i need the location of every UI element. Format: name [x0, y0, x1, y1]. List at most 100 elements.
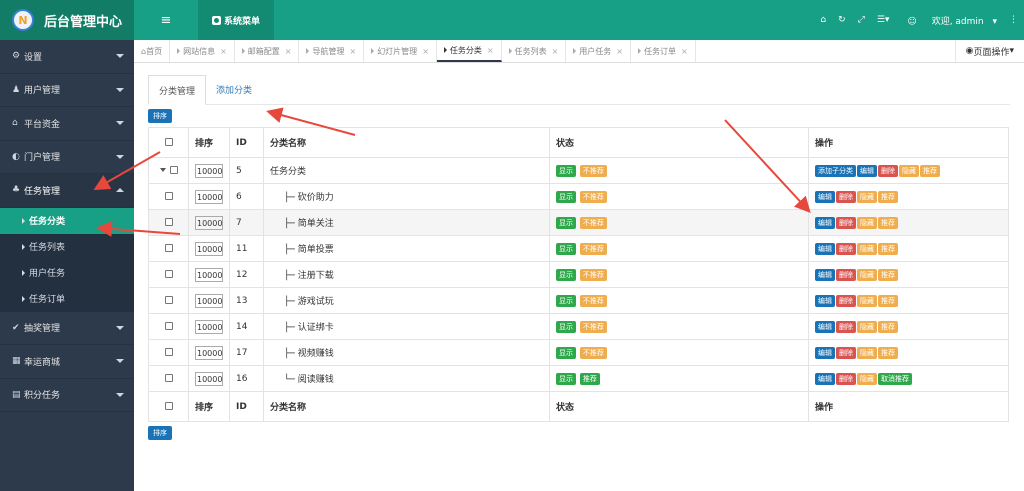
- refresh-icon[interactable]: ↻: [838, 15, 846, 25]
- action-button[interactable]: 删除: [836, 268, 856, 281]
- action-button[interactable]: 删除: [836, 242, 856, 255]
- recommend-badge[interactable]: 不推荐: [579, 164, 607, 177]
- close-icon[interactable]: ×: [220, 47, 227, 56]
- sidebar-subitem-task-list[interactable]: 任务列表: [0, 234, 134, 260]
- sidebar-item-mall[interactable]: ▦ 幸运商城: [0, 345, 134, 379]
- action-button[interactable]: 推荐: [878, 268, 898, 281]
- action-button[interactable]: 删除: [836, 346, 856, 359]
- row-checkbox[interactable]: [164, 322, 173, 330]
- close-icon[interactable]: ×: [552, 47, 559, 56]
- user-menu[interactable]: ☺ 欢迎, admin ▾: [901, 14, 997, 27]
- action-button[interactable]: 隐藏: [857, 372, 877, 385]
- recommend-badge[interactable]: 推荐: [579, 372, 600, 385]
- action-button[interactable]: 隐藏: [857, 346, 877, 359]
- status-badge[interactable]: 显示: [556, 294, 576, 307]
- status-badge[interactable]: 显示: [556, 242, 576, 255]
- status-badge[interactable]: 显示: [556, 164, 576, 177]
- close-icon[interactable]: ×: [422, 47, 429, 56]
- order-input[interactable]: 10000: [195, 189, 223, 204]
- action-button[interactable]: 隐藏: [857, 242, 877, 255]
- tab-task-list[interactable]: 任务列表 ×: [502, 40, 567, 62]
- status-badge[interactable]: 显示: [556, 320, 576, 333]
- order-input[interactable]: 10000: [195, 241, 223, 256]
- close-icon[interactable]: ×: [349, 47, 356, 56]
- action-button[interactable]: 删除: [836, 190, 856, 203]
- system-menu-button[interactable]: 系统菜单: [198, 0, 274, 40]
- action-button[interactable]: 删除: [878, 164, 898, 177]
- tab-nav[interactable]: 导航管理 ×: [299, 40, 365, 62]
- recommend-badge[interactable]: 不推荐: [579, 294, 607, 307]
- action-button[interactable]: 删除: [836, 372, 856, 385]
- action-button[interactable]: 编辑: [815, 372, 835, 385]
- more-icon[interactable]: ⋮: [1009, 15, 1018, 25]
- recommend-badge[interactable]: 不推荐: [579, 346, 607, 359]
- sidebar-item-points[interactable]: ▤ 积分任务: [0, 379, 134, 412]
- collapse-icon[interactable]: [159, 168, 166, 172]
- tab-site-info[interactable]: 网站信息 ×: [170, 40, 235, 62]
- close-icon[interactable]: ×: [681, 47, 688, 56]
- tab-mail-config[interactable]: 邮箱配置 ×: [235, 40, 300, 62]
- select-all-checkbox[interactable]: [164, 138, 173, 146]
- action-button[interactable]: 编辑: [815, 190, 835, 203]
- action-button[interactable]: 编辑: [815, 346, 835, 359]
- row-checkbox[interactable]: [164, 374, 173, 382]
- action-button[interactable]: 删除: [836, 216, 856, 229]
- tab-task-orders[interactable]: 任务订单 ×: [631, 40, 696, 62]
- page-operations-dropdown[interactable]: ◉ 页面操作 ▾: [954, 40, 1024, 62]
- recommend-badge[interactable]: 不推荐: [579, 216, 607, 229]
- action-button[interactable]: 隐藏: [857, 294, 877, 307]
- action-button[interactable]: 编辑: [815, 294, 835, 307]
- action-button[interactable]: 推荐: [878, 242, 898, 255]
- sidebar-item-funds[interactable]: ⌂ 平台资金: [0, 107, 134, 141]
- sidebar-item-users[interactable]: ♟ 用户管理: [0, 74, 134, 107]
- subtab-category-manage[interactable]: 分类管理: [148, 75, 207, 105]
- status-badge[interactable]: 显示: [556, 216, 576, 229]
- action-button[interactable]: 隐藏: [857, 268, 877, 281]
- sidebar-item-settings[interactable]: ⚙ 设置: [0, 40, 134, 74]
- action-button[interactable]: 推荐: [878, 190, 898, 203]
- action-button[interactable]: 推荐: [878, 216, 898, 229]
- action-button[interactable]: 隐藏: [899, 164, 919, 177]
- select-all-checkbox[interactable]: [164, 402, 173, 410]
- tab-task-category[interactable]: 任务分类 ×: [436, 40, 502, 62]
- action-button[interactable]: 编辑: [815, 320, 835, 333]
- close-icon[interactable]: ×: [487, 46, 494, 55]
- action-button[interactable]: 删除: [836, 320, 856, 333]
- recommend-badge[interactable]: 不推荐: [579, 320, 607, 333]
- order-input[interactable]: 10000: [195, 371, 223, 386]
- order-input[interactable]: 10000: [195, 345, 223, 360]
- action-button[interactable]: 推荐: [920, 164, 940, 177]
- sidebar-item-portal[interactable]: ◐ 门户管理: [0, 141, 134, 174]
- fullscreen-icon[interactable]: ⤢: [858, 15, 865, 25]
- action-button[interactable]: 添加子分类: [815, 164, 856, 177]
- row-checkbox[interactable]: [164, 296, 173, 304]
- tab-home[interactable]: ⌂ 首页: [134, 40, 171, 62]
- status-badge[interactable]: 显示: [556, 190, 576, 203]
- sidebar-subitem-task-category[interactable]: 任务分类: [0, 207, 134, 234]
- sidebar-subitem-user-tasks[interactable]: 用户任务: [0, 260, 134, 286]
- recommend-badge[interactable]: 不推荐: [579, 242, 607, 255]
- order-input[interactable]: 10000: [195, 163, 223, 178]
- sort-button[interactable]: 排序: [148, 426, 172, 440]
- action-button[interactable]: 编辑: [815, 268, 835, 281]
- action-button[interactable]: 隐藏: [857, 216, 877, 229]
- sort-button[interactable]: 排序: [148, 109, 172, 123]
- order-input[interactable]: 10000: [195, 319, 223, 334]
- row-checkbox[interactable]: [164, 270, 173, 278]
- status-badge[interactable]: 显示: [556, 346, 576, 359]
- action-button[interactable]: 推荐: [878, 294, 898, 307]
- list-icon[interactable]: ☰▾: [877, 15, 890, 25]
- action-button[interactable]: 隐藏: [857, 320, 877, 333]
- sidebar-item-tasks[interactable]: ♣ 任务管理: [0, 174, 134, 208]
- subtab-add-category[interactable]: 添加分类: [206, 75, 262, 104]
- action-button[interactable]: 取消推荐: [878, 372, 912, 385]
- sidebar-subitem-task-orders[interactable]: 任务订单: [0, 286, 134, 312]
- order-input[interactable]: 10000: [195, 267, 223, 282]
- status-badge[interactable]: 显示: [556, 372, 576, 385]
- tab-slides[interactable]: 幻灯片管理 ×: [364, 40, 437, 62]
- action-button[interactable]: 编辑: [857, 164, 877, 177]
- sidebar-item-lottery[interactable]: ✔ 抽奖管理: [0, 312, 134, 345]
- order-input[interactable]: 10000: [195, 293, 223, 308]
- row-checkbox[interactable]: [164, 244, 173, 252]
- menu-toggle-icon[interactable]: ≡: [134, 0, 198, 40]
